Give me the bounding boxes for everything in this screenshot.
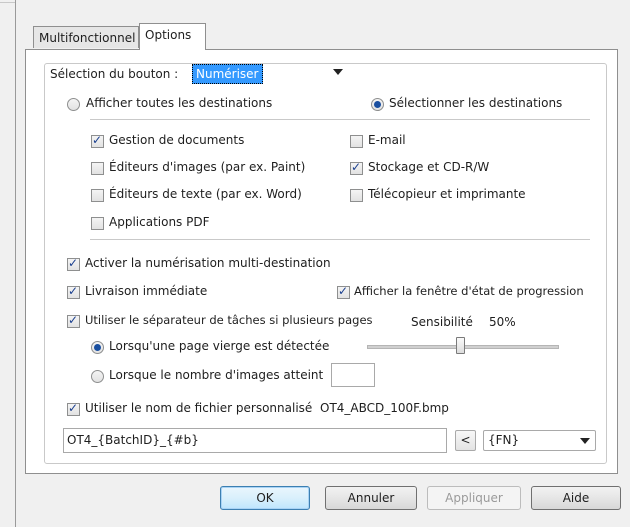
radio-show-all-destinations[interactable]: [67, 98, 80, 111]
radio-image-count[interactable]: [91, 370, 104, 383]
fax-printer-label: Télécopieur et imprimante: [368, 187, 526, 201]
text-editors-label: Éditeurs de texte (par ex. Word): [109, 187, 302, 201]
tab-label: Options: [145, 28, 192, 42]
checkbox-document-management[interactable]: [91, 133, 104, 148]
image-count-input[interactable]: [331, 363, 375, 387]
checkbox-multi-destination[interactable]: [67, 256, 80, 271]
checkbox-fax-printer[interactable]: [350, 189, 363, 202]
checkbox-image-editors[interactable]: [91, 162, 104, 175]
button-selection-dropdown[interactable]: Numériser: [192, 64, 347, 84]
blank-page-label: Lorsqu'une page vierge est détectée: [109, 339, 330, 353]
email-label: E-mail: [368, 133, 406, 147]
tab-options[interactable]: Options: [139, 23, 206, 50]
token-dropdown[interactable]: {FN}: [483, 430, 596, 451]
tab-label: Multifonctionnel: [39, 31, 136, 45]
checkbox-custom-filename[interactable]: [67, 401, 80, 416]
radio-blank-page[interactable]: [91, 341, 104, 354]
token-dropdown-value: {FN}: [488, 433, 520, 447]
job-separator-label: Utiliser le séparateur de tâches si plus…: [85, 313, 373, 327]
progress-window-label: Afficher la fenêtre d'état de progressio…: [354, 284, 584, 298]
sensitivity-value: 50%: [489, 315, 516, 329]
checkbox-instant-delivery[interactable]: [67, 284, 80, 299]
checkbox-text-editors[interactable]: [91, 189, 104, 202]
chevron-down-icon: [333, 69, 343, 75]
cancel-button[interactable]: Annuler: [325, 486, 417, 510]
tab-multifonctionnel[interactable]: Multifonctionnel: [33, 26, 139, 48]
document-management-label: Gestion de documents: [109, 133, 245, 147]
apply-button[interactable]: Appliquer: [427, 486, 521, 510]
button-selection-value: Numériser: [192, 64, 263, 84]
chevron-down-icon: [580, 438, 590, 444]
custom-filename-example: OT4_ABCD_100F.bmp: [320, 401, 449, 415]
ok-button[interactable]: OK: [220, 486, 310, 510]
checkbox-email[interactable]: [350, 135, 363, 148]
multi-destination-label: Activer la numérisation multi-destinatio…: [85, 256, 331, 270]
radio-select-destinations[interactable]: [371, 98, 384, 111]
image-count-label: Lorsque le nombre d'images atteint: [109, 368, 324, 382]
custom-filename-label: Utiliser le nom de fichier personnalisé: [85, 401, 313, 415]
checkbox-storage-cd[interactable]: [350, 160, 363, 175]
filename-pattern-input[interactable]: OT4_{BatchID}_{#b}: [63, 428, 447, 453]
checkbox-pdf-applications[interactable]: [91, 217, 104, 230]
image-editors-label: Éditeurs d'images (par ex. Paint): [109, 160, 306, 174]
checkbox-job-separator[interactable]: [67, 313, 80, 328]
pdf-applications-label: Applications PDF: [109, 215, 210, 229]
instant-delivery-label: Livraison immédiate: [85, 284, 208, 298]
select-destinations-label: Sélectionner les destinations: [389, 96, 563, 110]
separator: [90, 239, 590, 240]
sensitivity-slider-thumb[interactable]: [456, 337, 465, 354]
separator: [90, 119, 590, 120]
checkbox-progress-window[interactable]: [337, 284, 350, 299]
button-selection-label: Sélection du bouton :: [50, 67, 181, 81]
show-all-destinations-label: Afficher toutes les destinations: [86, 96, 273, 110]
insert-token-button[interactable]: <: [455, 430, 476, 451]
storage-cd-label: Stockage et CD-R/W: [368, 160, 490, 174]
sensitivity-label: Sensibilité: [411, 315, 473, 329]
help-button[interactable]: Aide: [531, 486, 621, 510]
